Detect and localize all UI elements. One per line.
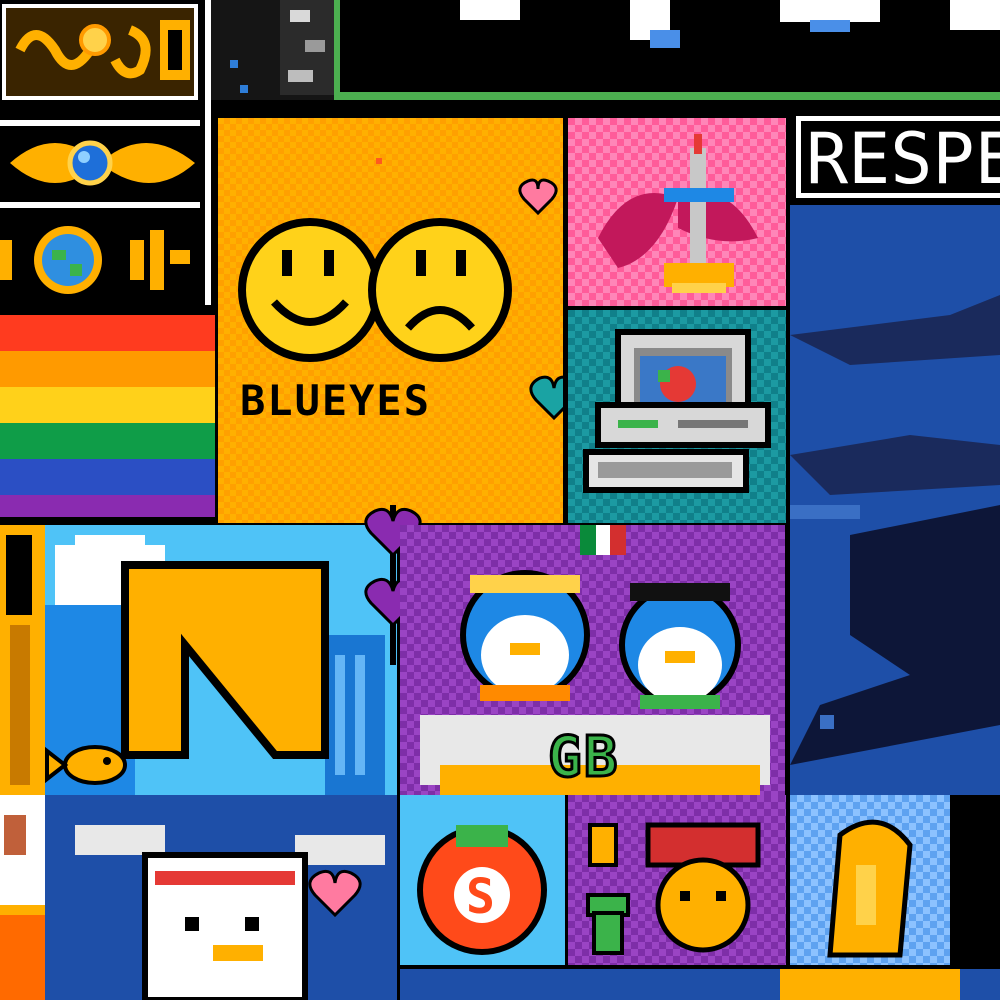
sword-tile [568,118,786,306]
gold-ornament-tile [0,0,200,105]
coin-icon [588,823,618,867]
blueyes-label: BLUEYES [240,376,432,425]
gold-figure-tile [790,795,950,965]
bottom-strip [400,965,1000,1000]
night-sky-tile [340,0,1000,100]
sword-in-stone-icon [598,134,758,293]
heart-icon [529,375,563,421]
duck-tile [45,795,397,1000]
respect-banner: RESPE [790,108,1000,203]
frowny-face-icon [368,218,512,362]
smiley-face-icon [238,218,382,362]
tomato-letter: S [466,869,497,925]
respect-banner-label: RESPE [806,118,1000,200]
penguin-icon [460,570,590,701]
cloud-icon [75,825,165,855]
pixel-art-canvas[interactable]: BLUEYES RESPE GB S [0,0,1000,1000]
divider-line [205,0,211,305]
globe-row-tile [0,210,205,305]
penguins-tile: GB [400,525,785,795]
tomato-tile: S [400,795,565,965]
big-n-letter: N [160,525,163,526]
gem-banner-tile [0,108,205,208]
warp-pipe-icon [586,893,630,955]
hero-tile [568,795,786,965]
penguins-letters: GB [546,724,620,792]
retro-computer-icon [583,329,771,493]
heart-icon [518,178,558,216]
left-edge-strip [0,525,45,1000]
rainbow-flag-icon [0,305,220,520]
dark-rubble-tile [210,0,340,100]
big-n-tile: N [45,525,397,795]
computer-tile [568,310,786,523]
globe-icon [34,226,102,294]
duck-icon [142,852,308,1000]
blueyes-tile: BLUEYES [218,118,563,523]
penguin-icon [619,583,741,709]
cloud-icon [295,835,385,865]
navy-wave-tile [790,205,1000,795]
